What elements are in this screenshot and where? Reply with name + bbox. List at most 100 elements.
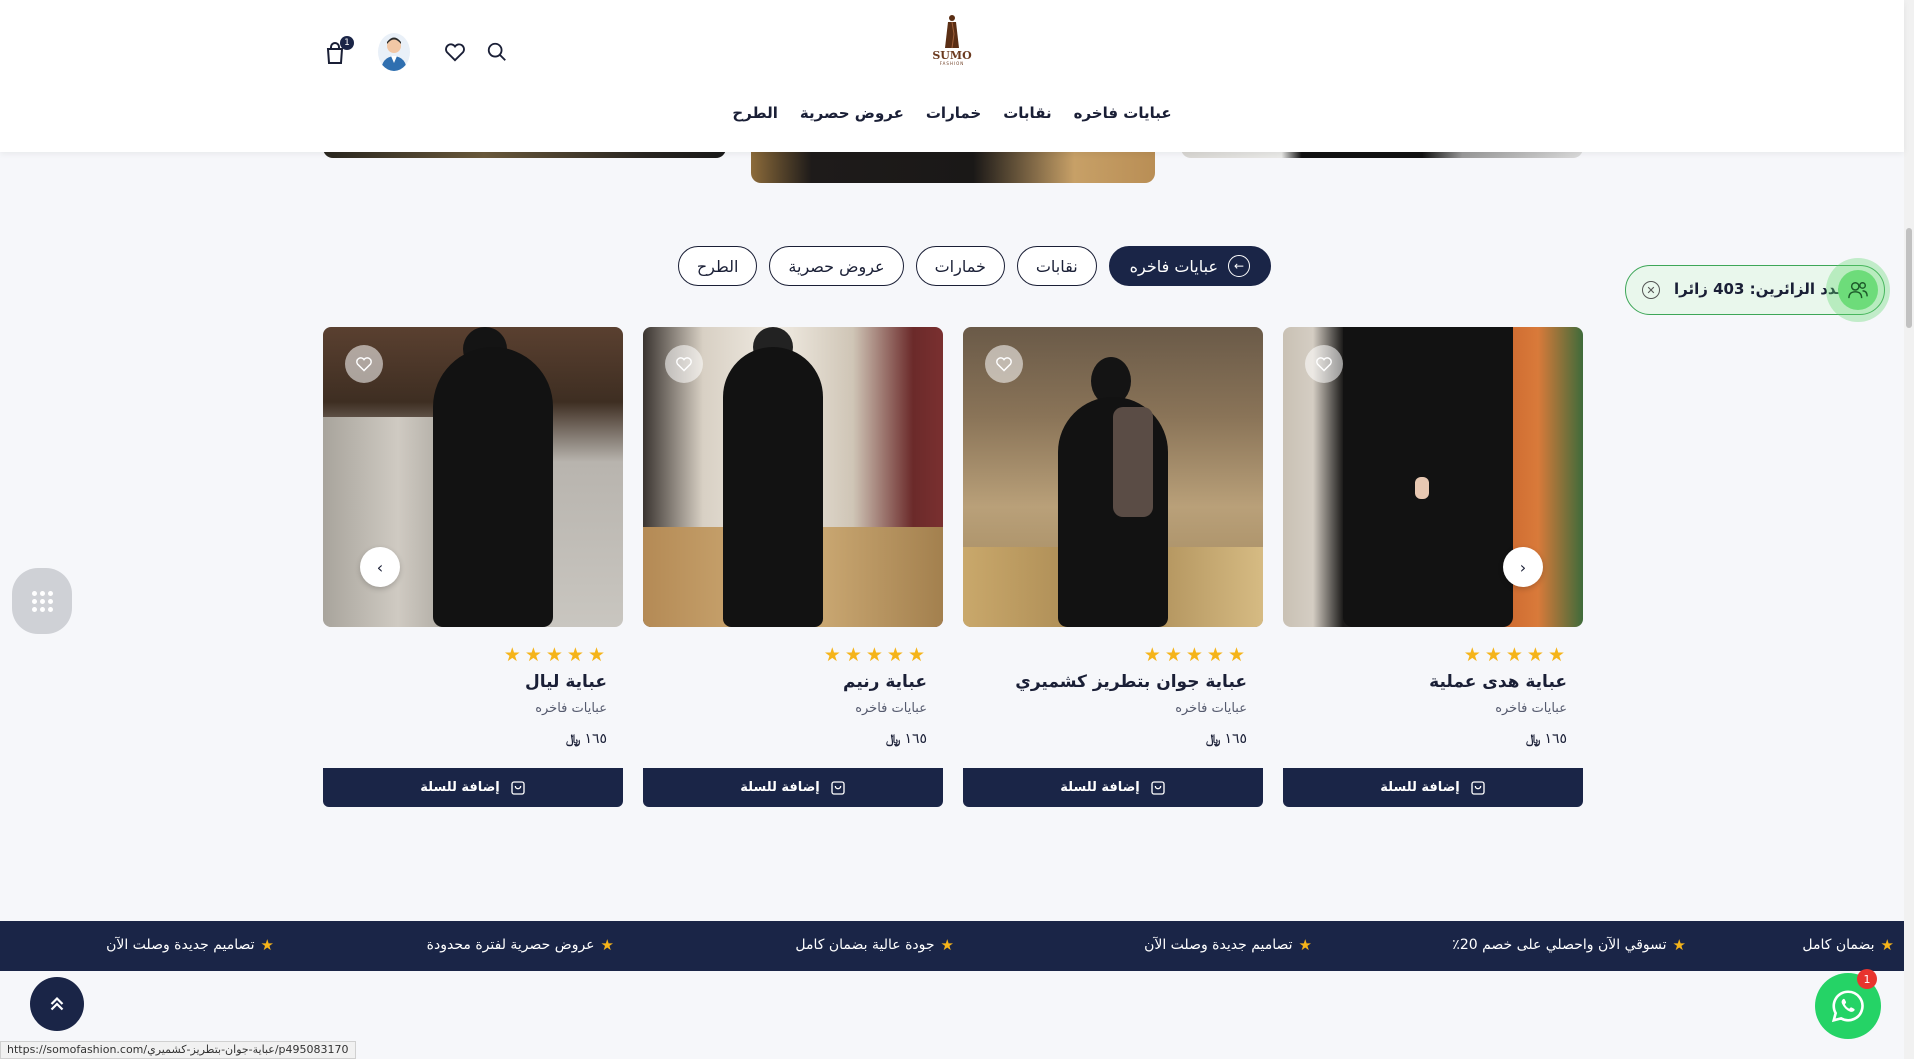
- product-card[interactable]: ★ ★ ★ ★ ★ عباية رنيم عبايات فاخره ١٦٥ ﷼ إضاف…: [643, 327, 943, 807]
- product-card[interactable]: ★ ★ ★ ★ ★ عباية جوان بتطريز كشميري عبايات فا…: [963, 327, 1263, 807]
- scrollbar-thumb[interactable]: [1906, 228, 1912, 328]
- star-icon: ★: [260, 936, 274, 954]
- add-to-wishlist-button[interactable]: [345, 345, 383, 383]
- tab-scarves[interactable]: الطرح: [677, 246, 758, 286]
- close-circle-icon[interactable]: ✕: [1642, 281, 1660, 299]
- users-icon: [1826, 258, 1890, 322]
- tab-niqabs[interactable]: نقابات: [1016, 246, 1097, 286]
- star-icon: ★: [1298, 936, 1312, 954]
- product-title[interactable]: عباية رنيم: [843, 672, 927, 692]
- carousel-next-button[interactable]: ‹: [1503, 547, 1543, 587]
- marquee-item: ★ عروض حصرية لفترة محدودة: [427, 936, 614, 954]
- tab-label: نقابات: [1035, 256, 1078, 276]
- nav-item-abayas[interactable]: عبايات فاخره: [1074, 104, 1172, 122]
- rating-stars: ★ ★ ★ ★ ★: [823, 644, 925, 666]
- browser-status-url: https://somofashion.com/عباية-جوان-بتطري…: [0, 1041, 356, 1059]
- add-to-cart-button[interactable]: إضافة للسلة: [643, 768, 943, 807]
- cart-button[interactable]: 1: [322, 36, 354, 66]
- rating-stars: ★ ★ ★ ★ ★: [503, 644, 605, 666]
- price-value: ١٦٥: [1544, 731, 1567, 747]
- product-price: ١٦٥ ﷼: [1526, 731, 1567, 747]
- product-category: عبايات فاخره: [1495, 701, 1567, 716]
- wishlist-button[interactable]: [442, 39, 468, 65]
- marquee-text: جودة عالية بضمان كامل: [795, 937, 935, 953]
- nav-item-scarves[interactable]: الطرح: [732, 104, 778, 122]
- price-value: ١٦٥: [584, 731, 607, 747]
- nav-item-offers[interactable]: عروض حصرية: [800, 104, 904, 122]
- marquee-item: ★ جودة عالية بضمان كامل: [795, 936, 954, 954]
- logo-text: SUMO: [932, 49, 972, 62]
- product-title[interactable]: عباية ليال: [525, 672, 607, 692]
- nav-item-niqabs[interactable]: نقابات: [1003, 104, 1051, 122]
- site-logo[interactable]: SUMO FASHION: [930, 14, 974, 66]
- marquee-item: ★ بضمان كامل: [1802, 936, 1894, 954]
- tab-offers[interactable]: عروض حصرية: [769, 246, 904, 286]
- accessibility-menu-button[interactable]: [12, 568, 72, 634]
- carousel-prev-button[interactable]: ›: [360, 547, 400, 587]
- heart-icon: [676, 357, 692, 372]
- price-value: ١٦٥: [904, 731, 927, 747]
- heart-icon: [996, 357, 1012, 372]
- whatsapp-chat-button[interactable]: 1: [1815, 969, 1881, 1039]
- search-icon: [487, 42, 506, 61]
- product-category: عبايات فاخره: [535, 701, 607, 716]
- marquee-item: ★ تصاميم جديدة وصلت الآن: [106, 936, 274, 954]
- page-scrollbar[interactable]: [1904, 0, 1914, 1059]
- add-to-cart-button[interactable]: إضافة للسلة: [963, 768, 1263, 807]
- tab-abayas[interactable]: عبايات فاخره ←: [1108, 246, 1271, 286]
- scroll-to-top-button[interactable]: [30, 977, 84, 1031]
- product-category: عبايات فاخره: [855, 701, 927, 716]
- chevron-right-icon: ›: [376, 557, 384, 577]
- chevrons-up-icon: [50, 996, 64, 1011]
- tab-khimars[interactable]: خمارات: [915, 246, 1005, 286]
- cart-icon: [511, 780, 525, 795]
- product-category: عبايات فاخره: [1175, 701, 1247, 716]
- visitors-text: عدد الزائرين: 403 زائرا: [1674, 280, 1847, 298]
- product-image[interactable]: [643, 327, 943, 627]
- product-image[interactable]: [1283, 327, 1583, 627]
- avatar: [378, 33, 410, 71]
- add-to-cart-button[interactable]: إضافة للسلة: [1283, 768, 1583, 807]
- add-to-cart-label: إضافة للسلة: [420, 780, 500, 795]
- visitors-counter: ✕ عدد الزائرين: 403 زائرا: [1625, 258, 1890, 322]
- category-tabs: عبايات فاخره ← نقابات خمارات عروض حصرية …: [635, 246, 1271, 288]
- add-to-wishlist-button[interactable]: [665, 345, 703, 383]
- main-nav: عبايات فاخره نقابات خمارات عروض حصرية ال…: [0, 104, 1904, 122]
- marquee-item: ★ تسوقي الآن واحصلي على خصم 20٪: [1452, 936, 1686, 954]
- heart-icon: [1316, 357, 1332, 372]
- star-icon: ★: [1672, 936, 1686, 954]
- heart-icon: [445, 43, 465, 62]
- search-button[interactable]: [484, 39, 510, 65]
- cart-icon: [831, 780, 845, 795]
- nav-item-khimars[interactable]: خمارات: [926, 104, 981, 122]
- cart-icon: [1471, 780, 1485, 795]
- marquee-text: تصاميم جديدة وصلت الآن: [1144, 937, 1293, 953]
- product-price: ١٦٥ ﷼: [566, 731, 607, 747]
- product-price: ١٦٥ ﷼: [886, 731, 927, 747]
- marquee-text: تصاميم جديدة وصلت الآن: [106, 937, 255, 953]
- add-to-wishlist-button[interactable]: [985, 345, 1023, 383]
- tab-label: خمارات: [934, 256, 986, 276]
- product-title[interactable]: عباية جوان بتطريز كشميري: [1015, 672, 1247, 692]
- add-to-cart-label: إضافة للسلة: [1060, 780, 1140, 795]
- product-image[interactable]: [963, 327, 1263, 627]
- add-to-cart-button[interactable]: إضافة للسلة: [323, 768, 623, 807]
- price-value: ١٦٥: [1224, 731, 1247, 747]
- account-button[interactable]: [378, 32, 410, 72]
- tab-label: الطرح: [696, 256, 739, 276]
- marquee-item: ★ تصاميم جديدة وصلت الآن: [1144, 936, 1312, 954]
- whatsapp-icon: [1831, 990, 1864, 1023]
- add-to-wishlist-button[interactable]: [1305, 345, 1343, 383]
- cart-count-badge: 1: [340, 36, 354, 50]
- currency-symbol: ﷼: [886, 731, 901, 747]
- rating-stars: ★ ★ ★ ★ ★: [1463, 644, 1565, 666]
- tab-label: عروض حصرية: [788, 256, 885, 276]
- currency-symbol: ﷼: [1206, 731, 1221, 747]
- marquee-text: عروض حصرية لفترة محدودة: [426, 937, 595, 953]
- tab-label: عبايات فاخره: [1129, 256, 1218, 276]
- product-title[interactable]: عباية هدى عملية: [1429, 672, 1567, 692]
- promo-marquee: ★ بضمان كامل ★ تسوقي الآن واحصلي على خصم…: [0, 921, 1904, 971]
- add-to-cart-label: إضافة للسلة: [1380, 780, 1460, 795]
- arrow-left-icon: ←: [1228, 255, 1250, 277]
- cart-icon: [1151, 780, 1165, 795]
